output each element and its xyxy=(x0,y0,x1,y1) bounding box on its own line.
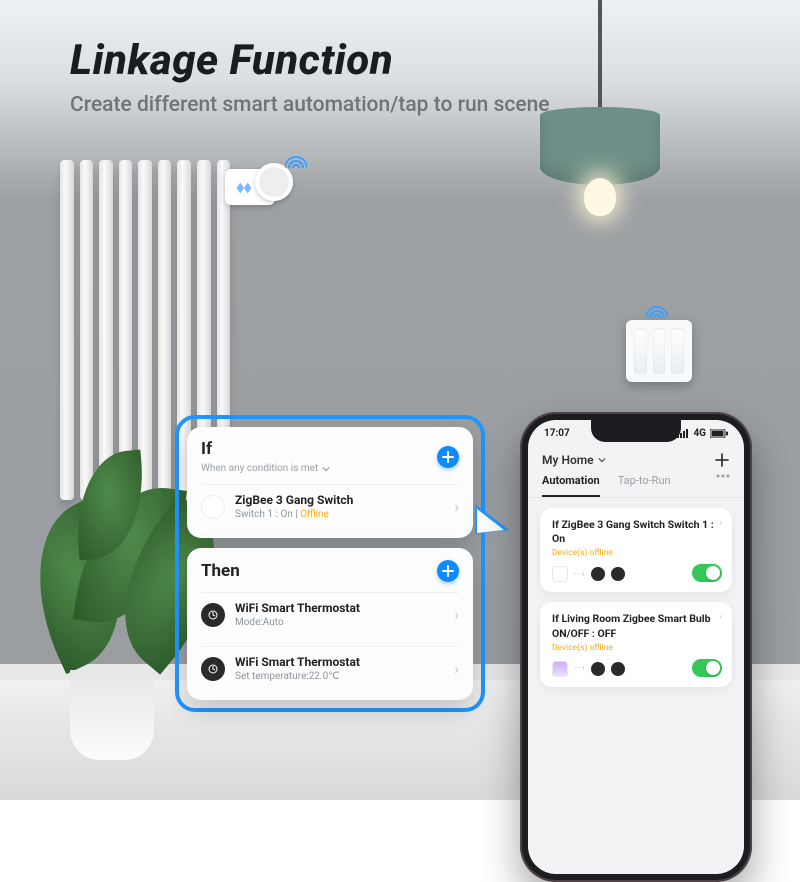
then-action-row[interactable]: WiFi Smart Thermostat Set temperature:22… xyxy=(201,646,459,690)
then-label: Then xyxy=(201,561,240,581)
wall-switch xyxy=(626,320,692,382)
chevron-right-icon: › xyxy=(454,659,459,678)
chevron-right-icon: › xyxy=(719,518,722,529)
more-icon xyxy=(716,474,730,478)
device-icon xyxy=(591,662,605,676)
if-condition-hint[interactable]: When any condition is met xyxy=(201,463,330,474)
thermostat-valve xyxy=(225,163,293,211)
status-time: 17:07 xyxy=(544,428,570,439)
battery-icon xyxy=(710,429,728,438)
pendant-lamp xyxy=(540,0,660,235)
then-card: Then WiFi Smart Thermostat Mode:Auto › xyxy=(187,548,473,700)
plus-icon xyxy=(714,452,730,468)
phone-notch xyxy=(591,420,681,442)
add-action-button[interactable] xyxy=(437,560,459,582)
then-item-title: WiFi Smart Thermostat xyxy=(235,655,444,669)
switch-device-icon xyxy=(201,495,225,519)
then-item-sub: Set temperature:22.0℃ xyxy=(235,671,444,682)
chevron-down-icon xyxy=(322,465,330,473)
chevron-down-icon xyxy=(598,456,606,464)
tab-automation[interactable]: Automation xyxy=(542,474,600,497)
add-automation-button[interactable] xyxy=(714,452,730,468)
device-icon xyxy=(611,567,625,581)
automation-title: If ZigBee 3 Gang Switch Switch 1 : On xyxy=(552,518,720,546)
thermostat-device-icon xyxy=(201,603,225,627)
chevron-right-icon: › xyxy=(454,497,459,516)
status-network: 4G xyxy=(693,428,706,439)
automation-toggle[interactable] xyxy=(692,659,722,677)
if-item-title: ZigBee 3 Gang Switch xyxy=(235,493,444,507)
tab-tap-to-run[interactable]: Tap-to-Run xyxy=(618,474,671,497)
automation-list: If ZigBee 3 Gang Switch Switch 1 : On De… xyxy=(528,498,744,697)
chevron-right-icon: › xyxy=(454,605,459,624)
thermostat-icon xyxy=(233,177,255,199)
device-icon xyxy=(552,566,568,582)
if-label: If xyxy=(201,439,330,459)
phone-mockup: 17:07 4G My Home Automation xyxy=(520,412,752,882)
callout-tail xyxy=(475,504,509,534)
page-subtitle: Create different smart automation/tap to… xyxy=(70,93,550,117)
plus-icon xyxy=(442,451,454,463)
bulb-device-icon xyxy=(552,661,568,677)
tab-more-button[interactable] xyxy=(716,474,730,497)
device-icon xyxy=(591,567,605,581)
if-condition-row[interactable]: ZigBee 3 Gang Switch Switch 1 : On | Off… xyxy=(201,484,459,528)
automation-warning: Device(s) offline xyxy=(552,548,720,558)
automation-card[interactable]: If ZigBee 3 Gang Switch Switch 1 : On De… xyxy=(540,508,732,592)
if-item-sub: Switch 1 : On | Offline xyxy=(235,509,444,520)
automation-warning: Device(s) offline xyxy=(552,643,720,653)
then-item-title: WiFi Smart Thermostat xyxy=(235,601,444,615)
device-icon xyxy=(611,662,625,676)
add-condition-button[interactable] xyxy=(437,446,459,468)
wifi-icon xyxy=(285,150,307,168)
home-selector[interactable]: My Home xyxy=(542,453,606,467)
arrow-icon: ···› xyxy=(574,663,585,674)
phone-screen: 17:07 4G My Home Automation xyxy=(528,420,744,874)
then-action-row[interactable]: WiFi Smart Thermostat Mode:Auto › xyxy=(201,592,459,636)
page-title: Linkage Function xyxy=(70,36,550,85)
automation-title: If Living Room Zigbee Smart Bulb ON/OFF … xyxy=(552,612,720,640)
plus-icon xyxy=(442,565,454,577)
arrow-icon: ···› xyxy=(574,569,585,580)
automation-card[interactable]: If Living Room Zigbee Smart Bulb ON/OFF … xyxy=(540,602,732,686)
automation-popup: If When any condition is met ZigBee 3 Ga… xyxy=(175,415,485,712)
chevron-right-icon: › xyxy=(719,612,722,623)
hero-heading: Linkage Function Create different smart … xyxy=(70,36,550,117)
if-card: If When any condition is met ZigBee 3 Ga… xyxy=(187,427,473,538)
tab-bar: Automation Tap-to-Run xyxy=(528,468,744,498)
automation-toggle[interactable] xyxy=(692,564,722,582)
thermostat-device-icon xyxy=(201,657,225,681)
wifi-icon xyxy=(646,300,668,318)
then-item-sub: Mode:Auto xyxy=(235,617,444,628)
